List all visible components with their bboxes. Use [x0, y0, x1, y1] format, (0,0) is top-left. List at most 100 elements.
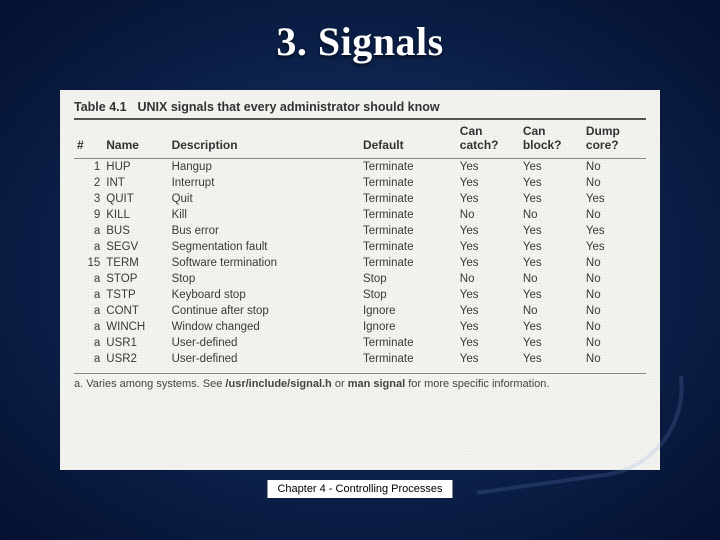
cell-core: No: [583, 303, 646, 319]
col-header-desc: Description: [169, 119, 360, 159]
footnote-mid: or: [332, 378, 348, 390]
table-header-row: # Name Description Default Can catch? Ca…: [74, 119, 646, 159]
cell-desc: Interrupt: [169, 175, 360, 191]
col-header-block: Can block?: [520, 119, 583, 159]
cell-def: Terminate: [360, 239, 457, 255]
cell-def: Terminate: [360, 255, 457, 271]
cell-num: a: [74, 351, 103, 367]
signals-table: # Name Description Default Can catch? Ca…: [74, 118, 646, 367]
table-caption: UNIX signals that every administrator sh…: [137, 100, 439, 114]
cell-block: Yes: [520, 255, 583, 271]
cell-catch: Yes: [457, 255, 520, 271]
col-header-catch: Can catch?: [457, 119, 520, 159]
cell-def: Terminate: [360, 351, 457, 367]
cell-def: Terminate: [360, 175, 457, 191]
cell-name: CONT: [103, 303, 168, 319]
cell-name: BUS: [103, 223, 168, 239]
cell-block: Yes: [520, 159, 583, 176]
cell-name: USR2: [103, 351, 168, 367]
cell-desc: Stop: [169, 271, 360, 287]
cell-num: a: [74, 287, 103, 303]
cell-def: Terminate: [360, 335, 457, 351]
cell-core: Yes: [583, 239, 646, 255]
cell-core: No: [583, 175, 646, 191]
cell-block: Yes: [520, 239, 583, 255]
cell-num: a: [74, 319, 103, 335]
cell-def: Ignore: [360, 319, 457, 335]
col-header-num: #: [74, 119, 103, 159]
cell-def: Terminate: [360, 207, 457, 223]
footnote-prefix: a. Varies among systems. See: [74, 378, 225, 390]
col-header-name: Name: [103, 119, 168, 159]
cell-def: Terminate: [360, 223, 457, 239]
cell-catch: Yes: [457, 159, 520, 176]
table-panel: Table 4.1 UNIX signals that every admini…: [60, 90, 660, 470]
cell-name: SEGV: [103, 239, 168, 255]
cell-core: No: [583, 351, 646, 367]
cell-num: 1: [74, 159, 103, 176]
cell-name: USR1: [103, 335, 168, 351]
table-footnote: a. Varies among systems. See /usr/includ…: [74, 373, 646, 390]
cell-name: QUIT: [103, 191, 168, 207]
cell-desc: Window changed: [169, 319, 360, 335]
slide-footer: Chapter 4 - Controlling Processes: [267, 480, 452, 498]
table-row: 15TERMSoftware terminationTerminateYesYe…: [74, 255, 646, 271]
cell-desc: Hangup: [169, 159, 360, 176]
cell-core: No: [583, 271, 646, 287]
cell-catch: No: [457, 271, 520, 287]
cell-block: Yes: [520, 175, 583, 191]
cell-num: a: [74, 303, 103, 319]
cell-block: Yes: [520, 319, 583, 335]
table-body: 1HUPHangupTerminateYesYesNo2INTInterrupt…: [74, 159, 646, 368]
cell-core: No: [583, 335, 646, 351]
cell-block: Yes: [520, 351, 583, 367]
cell-desc: Segmentation fault: [169, 239, 360, 255]
table-caption-row: Table 4.1 UNIX signals that every admini…: [74, 100, 646, 114]
cell-catch: No: [457, 207, 520, 223]
cell-core: No: [583, 287, 646, 303]
cell-name: KILL: [103, 207, 168, 223]
cell-block: No: [520, 271, 583, 287]
cell-block: Yes: [520, 191, 583, 207]
cell-def: Stop: [360, 287, 457, 303]
cell-block: No: [520, 303, 583, 319]
cell-catch: Yes: [457, 335, 520, 351]
cell-desc: Continue after stop: [169, 303, 360, 319]
cell-name: INT: [103, 175, 168, 191]
cell-num: a: [74, 223, 103, 239]
cell-core: Yes: [583, 191, 646, 207]
table-row: aTSTPKeyboard stopStopYesYesNo: [74, 287, 646, 303]
table-row: aUSR2User-definedTerminateYesYesNo: [74, 351, 646, 367]
cell-desc: Keyboard stop: [169, 287, 360, 303]
cell-core: Yes: [583, 223, 646, 239]
cell-core: No: [583, 319, 646, 335]
col-header-def: Default: [360, 119, 457, 159]
cell-num: a: [74, 335, 103, 351]
cell-core: No: [583, 159, 646, 176]
slide-title: 3. Signals: [0, 0, 720, 75]
table-number: Table 4.1: [74, 100, 134, 114]
cell-catch: Yes: [457, 223, 520, 239]
footnote-man: man signal: [348, 378, 405, 390]
cell-def: Terminate: [360, 191, 457, 207]
cell-num: a: [74, 271, 103, 287]
table-row: aSEGVSegmentation faultTerminateYesYesYe…: [74, 239, 646, 255]
cell-desc: User-defined: [169, 351, 360, 367]
cell-core: No: [583, 255, 646, 271]
cell-num: 15: [74, 255, 103, 271]
cell-num: 3: [74, 191, 103, 207]
col-header-core: Dump core?: [583, 119, 646, 159]
cell-block: No: [520, 207, 583, 223]
footnote-path: /usr/include/signal.h: [225, 378, 331, 390]
cell-core: No: [583, 207, 646, 223]
cell-catch: Yes: [457, 303, 520, 319]
cell-num: 2: [74, 175, 103, 191]
cell-desc: Kill: [169, 207, 360, 223]
table-row: 2INTInterruptTerminateYesYesNo: [74, 175, 646, 191]
cell-block: Yes: [520, 335, 583, 351]
table-row: 1HUPHangupTerminateYesYesNo: [74, 159, 646, 176]
cell-catch: Yes: [457, 287, 520, 303]
table-row: aBUSBus errorTerminateYesYesYes: [74, 223, 646, 239]
cell-catch: Yes: [457, 351, 520, 367]
cell-block: Yes: [520, 223, 583, 239]
